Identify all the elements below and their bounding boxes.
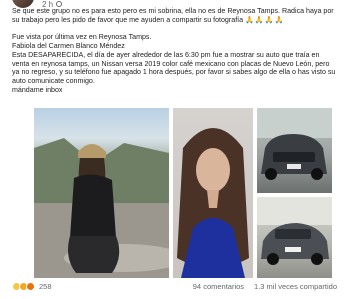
angry-reaction-icon bbox=[26, 281, 35, 291]
woman-portrait-photo[interactable] bbox=[173, 108, 253, 278]
post-line-name: Fabiola del Carmen Blanco Méndez bbox=[12, 41, 125, 50]
post-footer: 258 94 comentarios 1.3 mil veces compart… bbox=[12, 279, 337, 293]
shares-link[interactable]: 1.3 mil veces compartido bbox=[254, 282, 337, 291]
post-line-inbox: mándame inbox bbox=[12, 86, 63, 95]
car-front-photo[interactable] bbox=[257, 108, 332, 193]
facebook-post: 2 h Se que este grupo no es para esto pe… bbox=[0, 0, 345, 299]
woman-outdoors-photo[interactable] bbox=[34, 108, 169, 278]
post-paragraph-details: Esta DESAPARECIDA, el día de ayer alrede… bbox=[12, 50, 336, 86]
reaction-count: 258 bbox=[39, 281, 52, 291]
post-paragraph-intro: Se que este grupo no es para esto pero e… bbox=[12, 7, 334, 24]
prayer-emoji-icon: 🙏🙏🙏🙏 bbox=[245, 15, 285, 24]
post-text: Se que este grupo no es para esto pero e… bbox=[12, 7, 337, 95]
comments-link[interactable]: 94 comentarios bbox=[193, 282, 244, 291]
post-line-last-seen: Fue vista por última vez en Reynosa Tamp… bbox=[12, 32, 152, 41]
reactions[interactable]: 258 bbox=[12, 281, 52, 291]
photo-grid bbox=[34, 108, 332, 278]
car-side-photo[interactable] bbox=[257, 197, 332, 278]
